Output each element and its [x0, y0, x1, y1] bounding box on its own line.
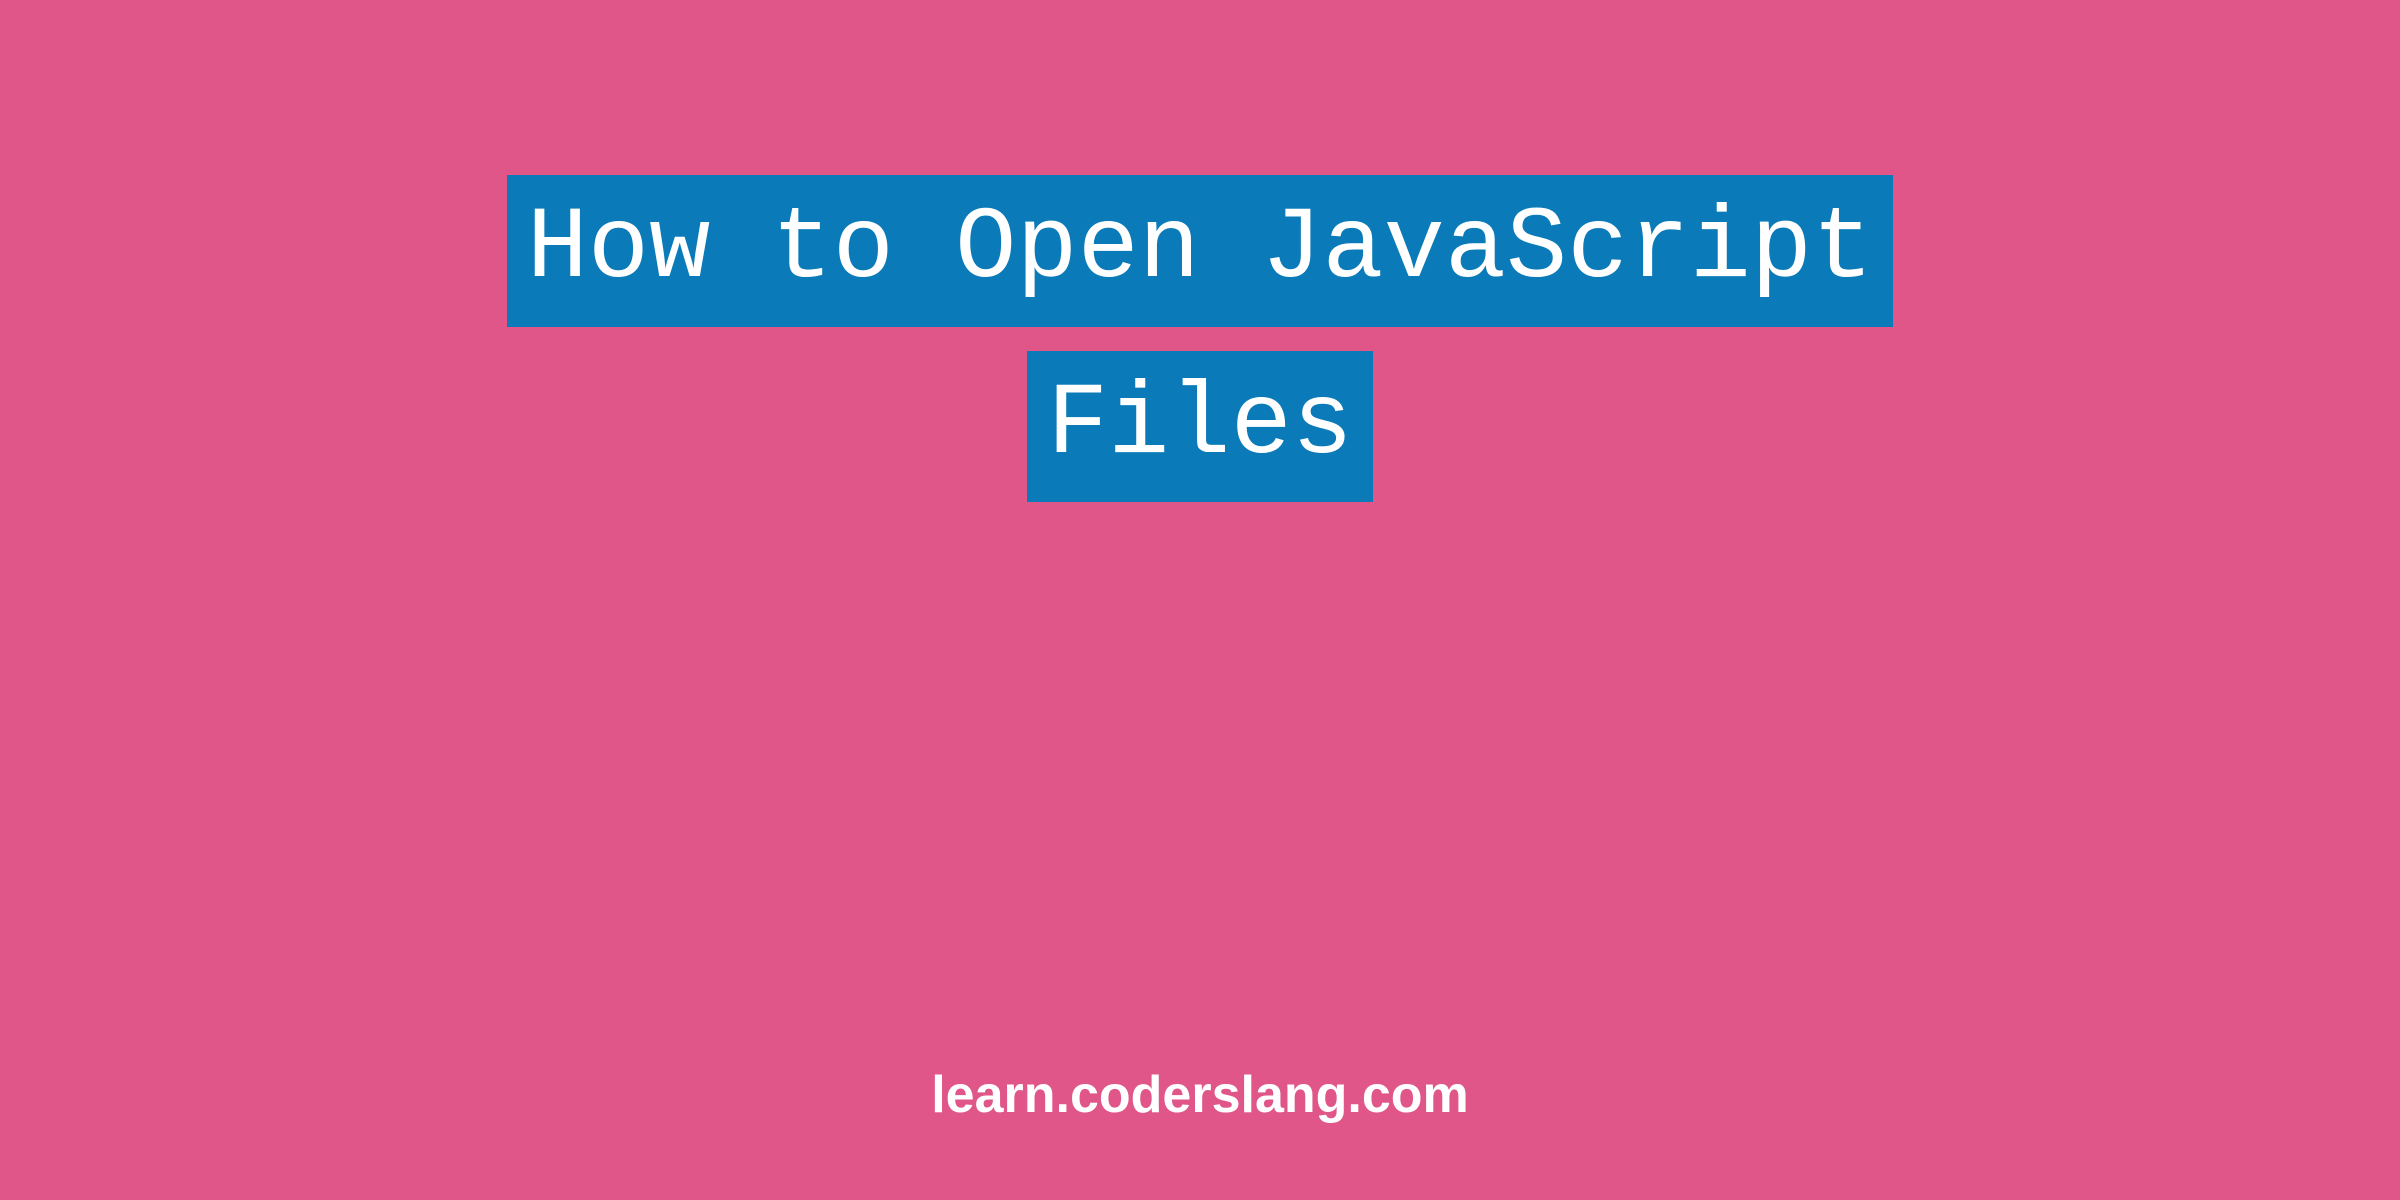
footer-url: learn.coderslang.com — [931, 1066, 1469, 1124]
title-line-1: How to Open JavaScript — [507, 175, 1894, 327]
footer: learn.coderslang.com — [0, 1065, 2400, 1125]
title-line-2: Files — [1027, 351, 1373, 503]
title-block: How to Open JavaScript Files — [0, 175, 2400, 502]
